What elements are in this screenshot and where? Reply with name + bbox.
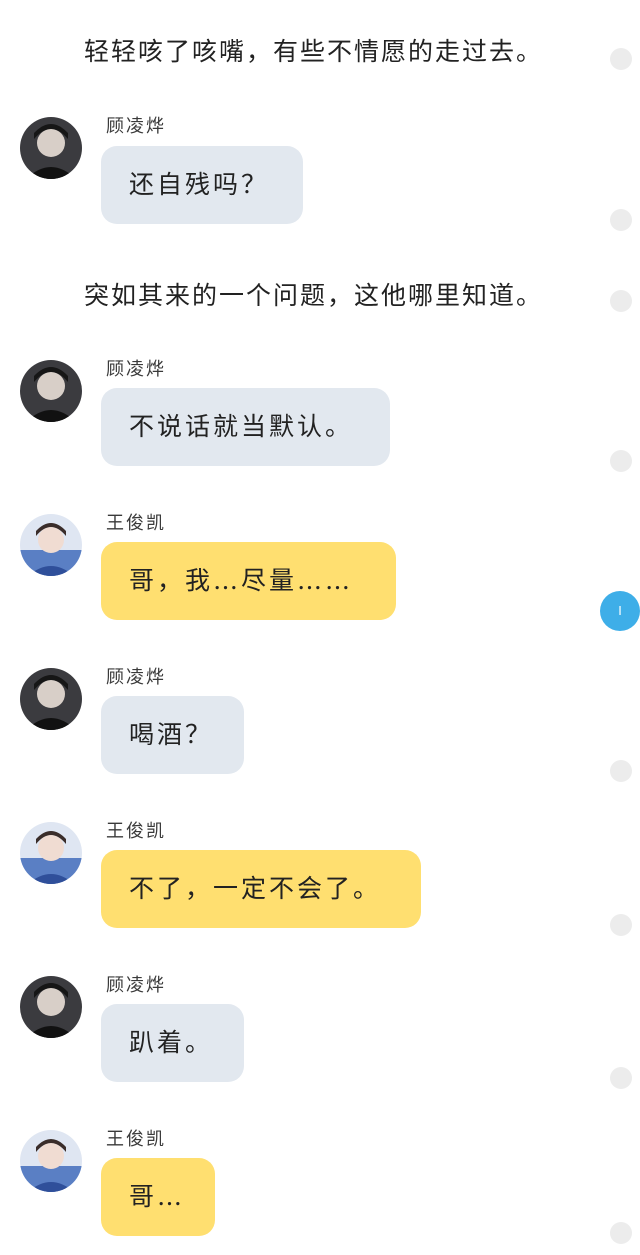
timeline-dot[interactable]: [610, 1067, 632, 1089]
timeline-dot[interactable]: [610, 450, 632, 472]
timeline-dot[interactable]: [610, 760, 632, 782]
dark-portrait-avatar-icon[interactable]: [20, 360, 82, 422]
message-bubble[interactable]: 喝酒？: [101, 696, 244, 774]
sender-name: 王俊凯: [106, 1129, 166, 1150]
message-bubble[interactable]: 哥，我…尽量……: [101, 542, 396, 620]
dark-portrait-avatar-icon[interactable]: [20, 668, 82, 730]
message-bubble[interactable]: 趴着。: [101, 1004, 244, 1082]
message-bubble[interactable]: 不说话就当默认。: [101, 388, 390, 466]
message-bubble[interactable]: 哥…: [101, 1158, 215, 1236]
sender-name: 顾凌烨: [106, 975, 166, 996]
sender-name: 顾凌烨: [106, 116, 166, 137]
timeline-dot[interactable]: [610, 209, 632, 231]
timeline-dot[interactable]: [610, 914, 632, 936]
narration-line-1: 轻轻咳了咳嘴，有些不情愿的走过去。: [84, 37, 544, 66]
message-bubble[interactable]: 不了，一定不会了。: [101, 850, 421, 928]
message-bubble[interactable]: 还自残吗？: [101, 146, 303, 224]
narration-line-2: 突如其来的一个问题，这他哪里知道。: [84, 281, 544, 310]
blue-portrait-avatar-icon[interactable]: [20, 1130, 82, 1192]
sender-name: 王俊凯: [106, 513, 166, 534]
sender-name: 顾凌烨: [106, 667, 166, 688]
timeline-dot[interactable]: [610, 48, 632, 70]
blue-portrait-avatar-icon[interactable]: [20, 822, 82, 884]
timeline-dot[interactable]: [610, 290, 632, 312]
sender-name: 顾凌烨: [106, 359, 166, 380]
dark-portrait-avatar-icon[interactable]: [20, 117, 82, 179]
dark-portrait-avatar-icon[interactable]: [20, 976, 82, 1038]
blue-portrait-avatar-icon[interactable]: [20, 514, 82, 576]
timeline-dot[interactable]: [610, 1222, 632, 1244]
sender-name: 王俊凯: [106, 821, 166, 842]
scroll-position-handle[interactable]: I: [600, 591, 640, 631]
